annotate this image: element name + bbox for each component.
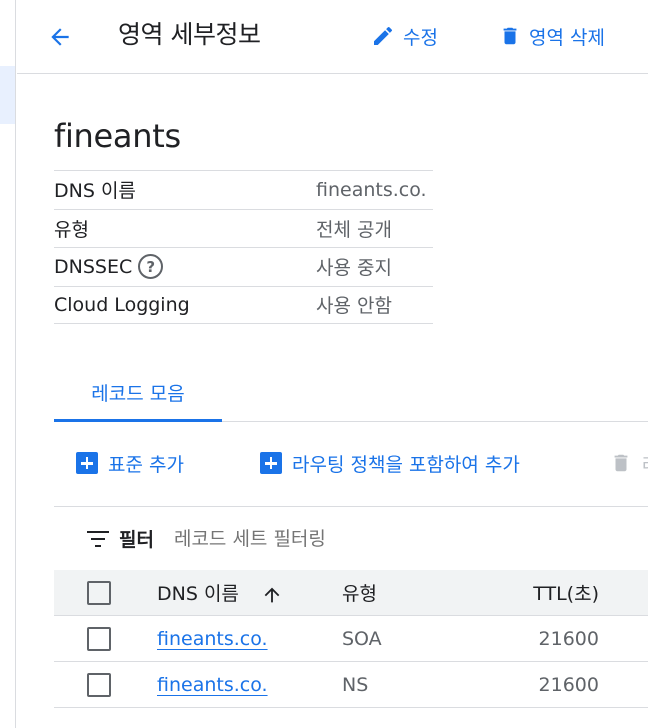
record-name-link[interactable]: fineants.co. [157, 674, 268, 696]
table-row: fineants.co. SOA 21600 [54, 616, 648, 662]
help-circle-icon[interactable]: ? [138, 254, 164, 280]
add-box-icon [76, 452, 98, 474]
property-key: 유형 [54, 218, 89, 241]
property-value: 사용 중지 [316, 257, 392, 280]
arrow-up-icon [264, 587, 280, 602]
record-type: SOA [342, 627, 382, 650]
trash-icon [614, 454, 628, 472]
record-ttl: 21600 [538, 627, 599, 650]
pencil-icon [374, 26, 393, 45]
zone-properties-table: DNS 이름 fineants.co. 유형 전체 공개 DNSSEC ? 사용… [54, 170, 433, 324]
arrow-back-icon [51, 28, 69, 46]
add-box-icon [260, 452, 282, 474]
filter-list-icon [87, 530, 109, 548]
property-value: 전체 공개 [316, 218, 392, 241]
edit-button-label: 수정 [403, 26, 438, 49]
property-row-dnssec: DNSSEC ? 사용 중지 [54, 247, 433, 286]
property-value: 사용 안함 [316, 295, 392, 318]
table-header: DNS 이름 유형 TTL(초) [54, 570, 648, 616]
property-key: DNSSEC [54, 255, 133, 278]
record-sets-table: DNS 이름 유형 TTL(초) fineants.co. SOA 21600 … [54, 570, 648, 708]
tab-bar: 레코드 모음 [54, 366, 648, 422]
property-key: Cloud Logging [54, 293, 190, 316]
record-name-link[interactable]: fineants.co. [157, 628, 268, 650]
left-nav-selected-item[interactable] [0, 66, 15, 124]
filter-label: 필터 [119, 529, 154, 551]
trash-icon [503, 27, 517, 45]
property-key-wrap: DNSSEC ? [54, 254, 316, 280]
filter-input[interactable] [173, 527, 474, 550]
record-type: NS [342, 673, 369, 696]
select-all-checkbox[interactable] [87, 580, 111, 605]
property-value: fineants.co. [316, 178, 427, 201]
top-bar: 영역 세부정보 수정 영역 삭제 [17, 0, 648, 74]
left-nav-rail [0, 0, 16, 728]
delete-records-label: 레 [642, 450, 648, 477]
filter-bar: 필터 [54, 506, 648, 570]
back-button[interactable] [45, 22, 75, 52]
page-title: 영역 세부정보 [118, 20, 261, 49]
record-ttl: 21600 [538, 673, 599, 696]
property-row-cloud-logging: Cloud Logging 사용 안함 [54, 285, 433, 324]
property-row-dns-name: DNS 이름 fineants.co. [54, 170, 433, 209]
table-row: fineants.co. NS 21600 [54, 662, 648, 708]
records-toolbar: 표준 추가 라우팅 정책을 포함하여 추가 레 [54, 440, 648, 488]
property-key: DNS 이름 [54, 180, 136, 203]
column-header-label: DNS 이름 [157, 583, 239, 605]
row-checkbox[interactable] [87, 672, 111, 697]
row-checkbox[interactable] [87, 626, 111, 651]
add-standard-label: 표준 추가 [108, 453, 184, 476]
zone-name-heading: fineants [54, 117, 181, 155]
delete-records-button[interactable]: 레 [610, 440, 648, 486]
edit-button[interactable]: 수정 [371, 20, 438, 52]
column-header-type[interactable]: 유형 [342, 579, 377, 606]
add-with-routing-button[interactable]: 라우팅 정책을 포함하여 추가 [260, 440, 520, 486]
property-row-type: 유형 전체 공개 [54, 208, 433, 248]
column-header-ttl[interactable]: TTL(초) [494, 579, 599, 606]
column-header-dns-name[interactable]: DNS 이름 [157, 579, 283, 606]
delete-zone-label: 영역 삭제 [529, 26, 605, 49]
add-standard-button[interactable]: 표준 추가 [76, 440, 184, 486]
delete-zone-button[interactable]: 영역 삭제 [499, 20, 605, 52]
add-with-routing-label: 라우팅 정책을 포함하여 추가 [292, 453, 520, 476]
tab-record-sets[interactable]: 레코드 모음 [54, 366, 222, 422]
